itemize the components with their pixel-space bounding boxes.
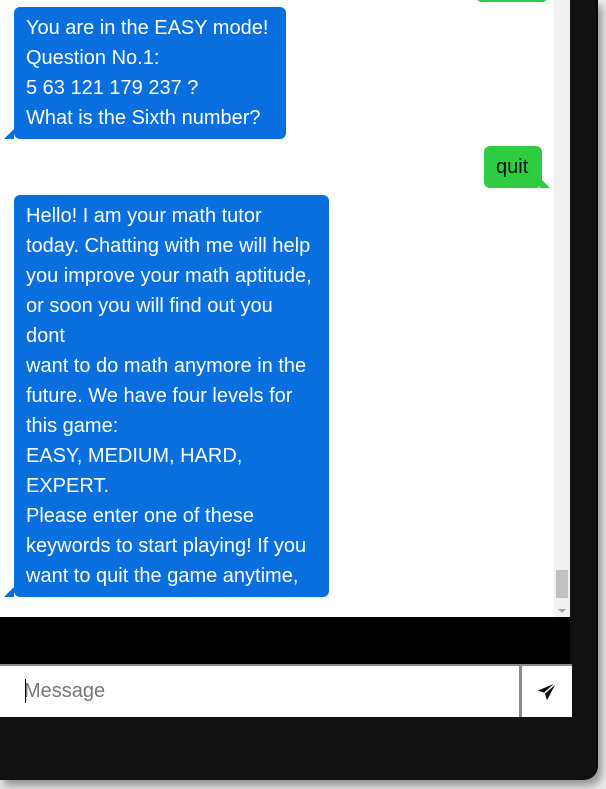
send-button[interactable] [524,666,570,717]
bot-message-1: You are in the EASY mode! Question No.1:… [4,7,286,139]
user-message-quit: quit [484,146,550,188]
chat-scrollbar[interactable] [554,0,570,617]
divider-band [0,617,570,664]
partial-user-bubble [476,0,548,2]
bot-message-2: Hello! I am your math tutor today. Chatt… [4,195,329,617]
chat-window: You are in the EASY mode! Question No.1:… [0,0,598,780]
scroll-down-icon[interactable] [558,609,566,613]
chat-area: You are in the EASY mode! Question No.1:… [0,0,570,617]
composer-bar [0,664,572,717]
text-caret [25,679,26,703]
message-input[interactable] [0,666,522,717]
scrollbar-thumb[interactable] [556,570,568,598]
paper-plane-icon [537,681,557,700]
message-list[interactable]: You are in the EASY mode! Question No.1:… [0,0,554,617]
